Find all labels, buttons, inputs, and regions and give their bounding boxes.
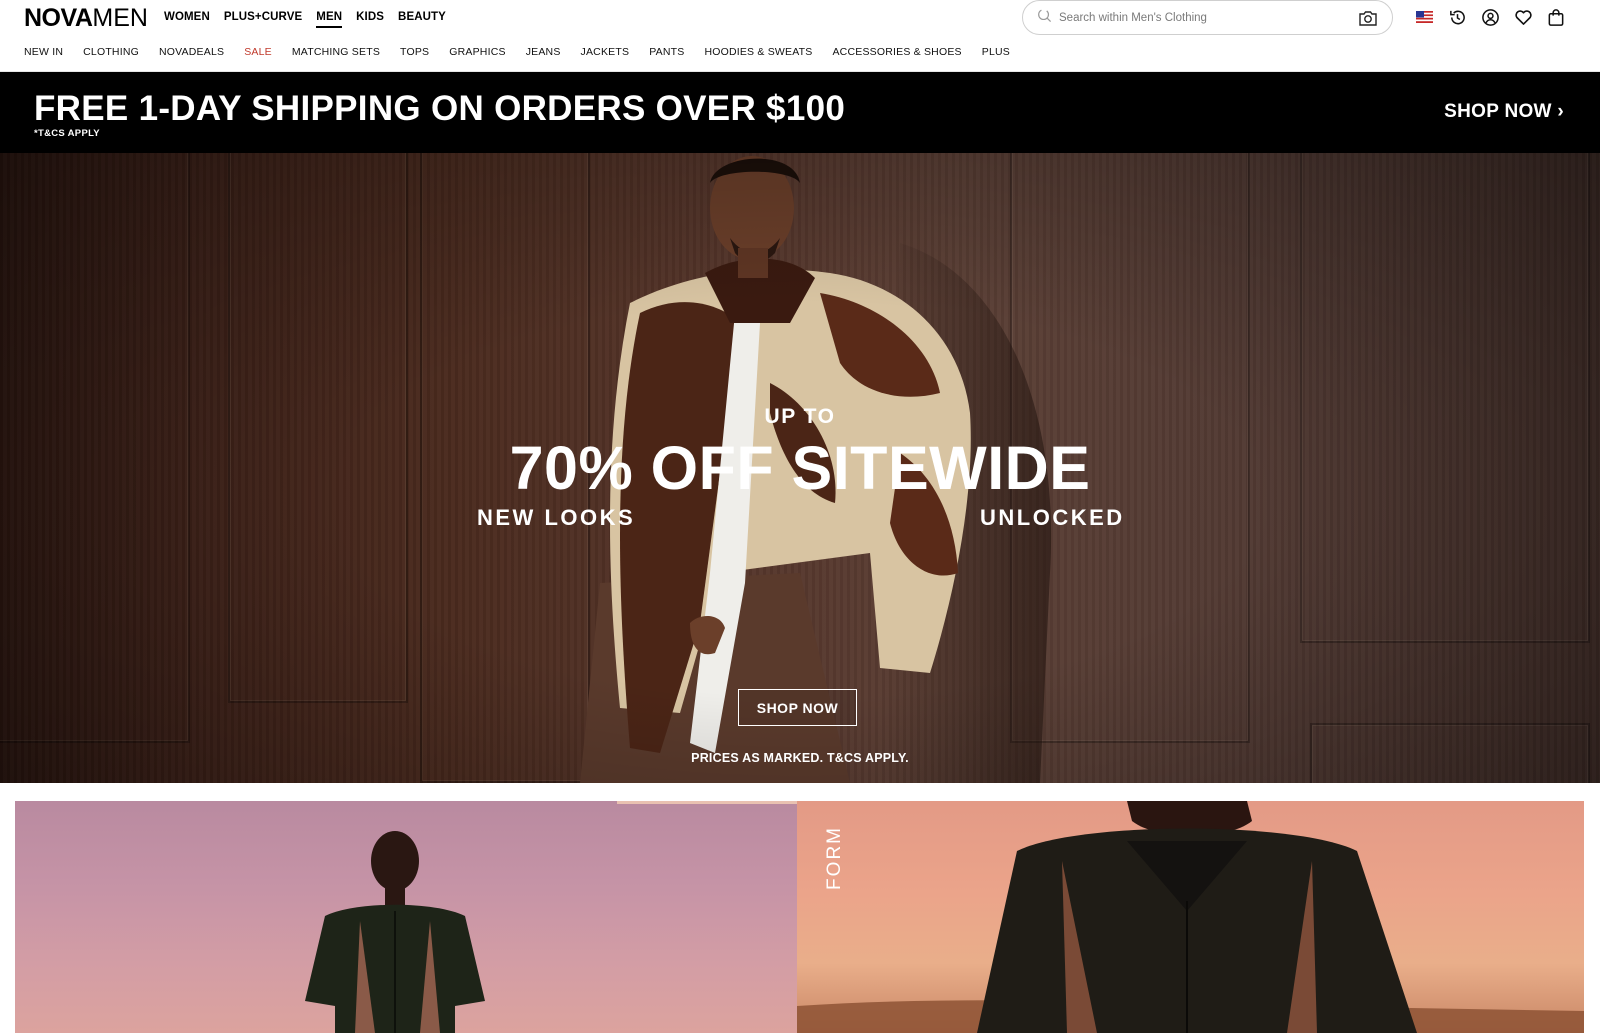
- subnav-sale[interactable]: SALE: [244, 46, 272, 58]
- hero-headline: 70% OFF SITEWIDE: [509, 434, 1091, 502]
- search-input[interactable]: [1059, 11, 1349, 24]
- camera-search-icon[interactable]: [1358, 9, 1378, 27]
- us-flag-icon[interactable]: [1414, 7, 1434, 27]
- history-icon[interactable]: [1447, 7, 1467, 27]
- hero-shop-now-button[interactable]: SHOP NOW: [738, 689, 857, 726]
- hero-upto-text: UP TO: [764, 405, 836, 428]
- bag-icon[interactable]: [1546, 7, 1566, 27]
- tile-divider-strip: [617, 801, 797, 804]
- subnav-clothing[interactable]: CLOTHING: [83, 46, 139, 58]
- subnav-novadeals[interactable]: NOVADEALS: [159, 46, 224, 58]
- subnav-hoodies-sweats[interactable]: HOODIES & SWEATS: [704, 46, 812, 58]
- promo-title: FREE 1-DAY SHIPPING ON ORDERS OVER $100: [34, 89, 846, 128]
- subnav-accessories-shoes[interactable]: ACCESSORIES & SHOES: [832, 46, 961, 58]
- search-icon: [1037, 8, 1052, 28]
- brand-logo[interactable]: NOVA MEN: [24, 5, 148, 31]
- hero-banner[interactable]: UP TO 70% OFF SITEWIDE NEW LOOKS UNLOCKE…: [0, 153, 1600, 783]
- header-icons: [1414, 7, 1566, 27]
- subnav-plus[interactable]: PLUS: [982, 46, 1010, 58]
- logo-thin-text: MEN: [92, 4, 148, 32]
- subnav-tops[interactable]: TOPS: [400, 46, 429, 58]
- topnav-women[interactable]: WOMEN: [164, 11, 210, 28]
- promo-shop-now-link[interactable]: SHOP NOW ›: [1444, 101, 1564, 123]
- subnav-pants[interactable]: PANTS: [649, 46, 684, 58]
- subnav-jeans[interactable]: JEANS: [526, 46, 561, 58]
- hero-left-tagline: NEW LOOKS: [477, 505, 636, 530]
- hero-text-overlay: UP TO 70% OFF SITEWIDE NEW LOOKS UNLOCKE…: [0, 153, 1600, 783]
- topnav-beauty[interactable]: BEAUTY: [398, 11, 446, 28]
- tile-form-label: FORM: [824, 826, 845, 890]
- subnav-matching-sets[interactable]: MATCHING SETS: [292, 46, 380, 58]
- top-nav: WOMEN PLUS+CURVE MEN KIDS BEAUTY: [164, 11, 446, 28]
- site-header: NOVA MEN WOMEN PLUS+CURVE MEN KIDS BEAUT…: [0, 0, 1600, 72]
- heart-icon[interactable]: [1513, 7, 1533, 27]
- hero-right-tagline: UNLOCKED: [980, 505, 1125, 530]
- topnav-men[interactable]: MEN: [316, 11, 343, 28]
- promo-tile-left[interactable]: [15, 801, 797, 1033]
- subnav-graphics[interactable]: GRAPHICS: [449, 46, 505, 58]
- search-bar[interactable]: [1022, 0, 1393, 35]
- tile-right-model-image: [797, 801, 1584, 1033]
- account-icon[interactable]: [1480, 7, 1500, 27]
- shipping-promo-banner[interactable]: FREE 1-DAY SHIPPING ON ORDERS OVER $100 …: [0, 72, 1600, 153]
- category-nav: NEW IN CLOTHING NOVADEALS SALE MATCHING …: [24, 46, 1010, 58]
- promo-terms: *T&CS APPLY: [34, 128, 100, 139]
- tile-left-model-image: [305, 831, 485, 1033]
- subnav-new-in[interactable]: NEW IN: [24, 46, 63, 58]
- subnav-jackets[interactable]: JACKETS: [581, 46, 630, 58]
- hero-terms-text: PRICES AS MARKED. T&CS APPLY.: [691, 751, 909, 765]
- promo-tile-right[interactable]: [797, 801, 1584, 1033]
- topnav-plus-curve[interactable]: PLUS+CURVE: [224, 11, 302, 28]
- topnav-kids[interactable]: KIDS: [356, 11, 384, 28]
- logo-bold-text: NOVA: [24, 4, 93, 32]
